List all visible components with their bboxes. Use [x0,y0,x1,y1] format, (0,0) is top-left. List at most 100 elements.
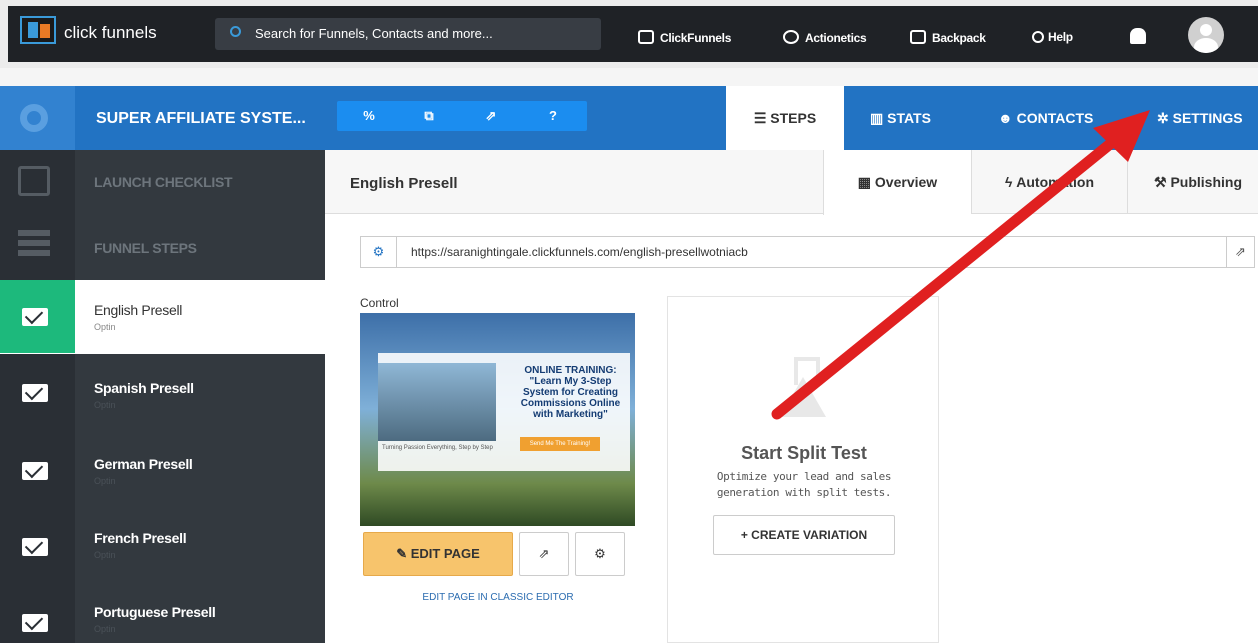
open-page-button[interactable]: ⇗ [519,532,569,576]
plus-icon: + [740,528,752,542]
funnel-tools: % ⧉ ⇗ ? [337,101,587,131]
avatar[interactable] [1188,17,1224,53]
classic-editor-link[interactable]: EDIT PAGE IN CLASSIC EDITOR [363,592,633,603]
step-type: Optin [94,400,116,410]
step-name: German Presell [94,456,193,472]
checklist-icon [0,150,75,214]
actionetics-icon [783,30,799,44]
nav-backpack[interactable]: Backpack [910,30,986,45]
step-header: English Presell ▦ Overview ϟ Automation … [325,150,1258,215]
step-item-english-presell[interactable]: English Presell Optin [0,280,325,353]
funnel-title[interactable]: SUPER AFFILIATE SYSTE... [96,110,306,128]
top-bar: click funnels Search for Funnels, Contac… [0,0,1258,68]
preview-photo [378,363,496,441]
preview-subtext: Turning Passion Everything, Step by Step [382,445,493,451]
sidebar-item-launch-checklist[interactable]: LAUNCH CHECKLIST [0,150,325,214]
settings-icon: ✲ [1157,110,1173,126]
open-url-icon[interactable]: ⇗ [1226,237,1254,267]
step-title: English Presell [350,175,458,192]
flask-icon [780,357,826,421]
tab-settings[interactable]: ✲ SETTINGS [1157,86,1243,150]
wrench-icon: ⚒ [1154,174,1171,190]
nav-help[interactable]: Help [1032,30,1073,44]
email-step-icon [0,280,75,353]
overview-icon: ▦ [857,174,875,190]
clickfunnels-logo-icon[interactable] [20,16,56,44]
tab-settings-label: SETTINGS [1172,110,1243,126]
control-label: Control [360,296,399,310]
edit-icon: ✎ [396,546,411,561]
nav-help-label: Help [1048,30,1073,44]
clickfunnels-icon [638,30,654,44]
page-url-field[interactable]: ⚙ https://saranightingale.clickfunnels.c… [360,236,1255,268]
tab-publishing-label: Publishing [1170,174,1243,190]
tab-stats-label: STATS [887,110,931,126]
step-item-french-presell[interactable]: French Presell Optin [0,506,325,582]
search-input[interactable]: Search for Funnels, Contacts and more... [215,18,601,50]
email-step-icon [0,582,75,643]
nav-clickfunnels[interactable]: ClickFunnels [638,30,731,45]
help-icon[interactable]: ? [523,101,583,131]
main-content: English Presell ▦ Overview ϟ Automation … [325,150,1258,643]
split-test-panel: Start Split Test Optimize your lead and … [667,296,939,643]
tab-contacts-label: CONTACTS [1016,110,1094,126]
tab-overview-label: Overview [874,174,938,190]
tab-overview[interactable]: ▦ Overview [823,150,971,215]
step-name: English Presell [94,302,183,318]
step-type: Optin [94,476,116,486]
step-type: Optin [94,624,116,634]
preview-card: ONLINE TRAINING: "Learn My 3-Step System… [378,353,630,471]
create-variation-label: CREATE VARIATION [751,528,868,542]
bell-icon[interactable] [1130,28,1146,44]
funnel-gear-icon[interactable] [0,86,75,150]
email-step-icon [0,506,75,582]
external-link-icon[interactable]: ⇗ [461,101,521,131]
tab-publishing[interactable]: ⚒ Publishing [1127,150,1258,214]
backpack-icon [910,30,926,44]
sidebar-item-label: LAUNCH CHECKLIST [94,174,233,190]
preview-headline: ONLINE TRAINING: "Learn My 3-Step System… [520,365,621,420]
sidebar: LAUNCH CHECKLIST FUNNEL STEPS English Pr… [0,150,325,643]
split-test-title: Start Split Test [741,443,867,463]
nav-actionetics-label: Actionetics [805,31,867,45]
tab-automation[interactable]: ϟ Automation [971,150,1127,214]
search-icon [230,26,241,37]
email-step-icon [0,430,75,506]
gear-icon: ⚙ [594,546,606,561]
tab-contacts[interactable]: ☻ CONTACTS [998,86,1093,150]
automation-icon: ϟ [1004,174,1017,190]
split-test-description: Optimize your lead and sales generation … [716,470,892,499]
sidebar-item-label: FUNNEL STEPS [94,240,197,256]
step-name: Portuguese Presell [94,604,216,620]
brand-name[interactable]: click funnels [64,23,157,43]
steps-icon: ☰ [753,110,771,126]
step-type: Optin [94,550,116,560]
tab-automation-label: Automation [1016,174,1095,190]
edit-page-button[interactable]: ✎ EDIT PAGE [363,532,513,576]
page-url[interactable]: https://saranightingale.clickfunnels.com… [411,237,748,267]
create-variation-button[interactable]: + CREATE VARIATION [713,515,895,555]
contacts-icon: ☻ [998,110,1017,126]
page-preview-thumbnail[interactable]: ONLINE TRAINING: "Learn My 3-Step System… [360,313,635,526]
nav-backpack-label: Backpack [932,31,986,45]
step-item-spanish-presell[interactable]: Spanish Presell Optin [0,354,325,430]
step-item-portuguese-presell[interactable]: Portuguese Presell Optin [0,582,325,643]
copy-icon[interactable]: ⧉ [399,101,459,131]
help-icon [1032,31,1044,43]
link-icon[interactable]: % [339,101,399,131]
top-nav: click funnels Search for Funnels, Contac… [8,6,1258,62]
tab-steps-label: STEPS [770,110,817,126]
preview-button: Send Me The Training! [520,437,600,451]
tab-stats[interactable]: ▥ STATS [870,86,931,150]
external-link-icon: ⇗ [538,546,550,561]
nav-actionetics[interactable]: Actionetics [783,30,867,45]
page-settings-button[interactable]: ⚙ [575,532,625,576]
step-type: Optin [94,322,116,332]
step-name: French Presell [94,530,187,546]
step-name: Spanish Presell [94,380,194,396]
stats-icon: ▥ [870,110,888,126]
url-settings-icon[interactable]: ⚙ [361,237,397,267]
tab-steps[interactable]: ☰ STEPS [726,86,844,150]
nav-clickfunnels-label: ClickFunnels [660,31,732,45]
step-item-german-presell[interactable]: German Presell Optin [0,430,325,506]
